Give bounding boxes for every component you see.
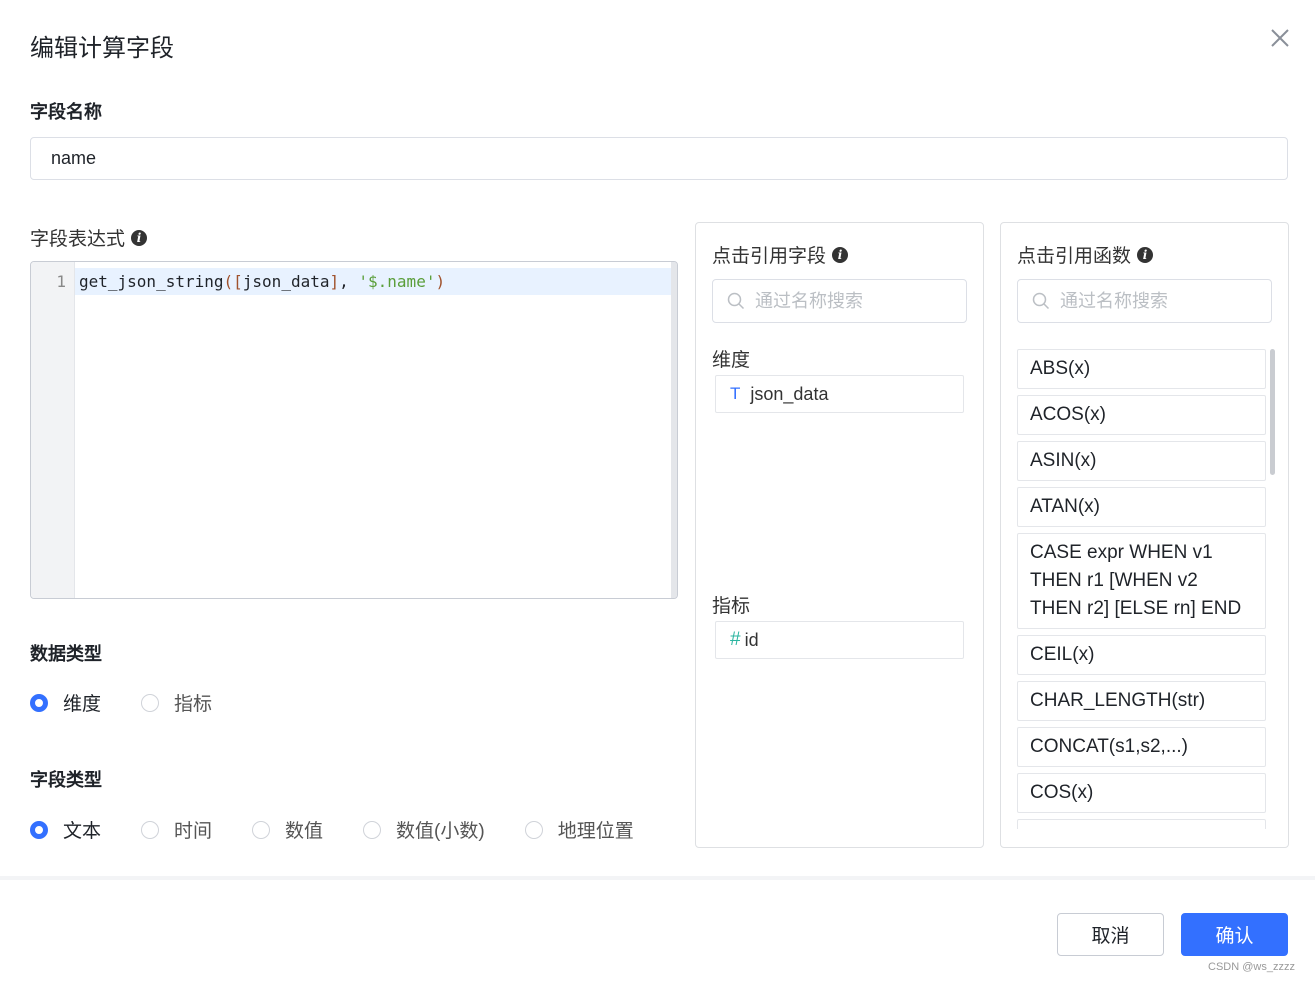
code-open-paren: ( xyxy=(223,272,234,291)
radio-label: 数值(小数) xyxy=(396,821,485,842)
radio-measure[interactable]: 指标 xyxy=(141,689,212,716)
radio-label: 文本 xyxy=(63,821,102,842)
code-close-bracket: ] xyxy=(329,272,340,291)
field-type-radio-group: 文本 时间 数值 数值(小数) 地理位置 xyxy=(30,816,674,843)
radio-dot[interactable] xyxy=(141,693,160,712)
field-panel-title-row: 点击引用字段 i xyxy=(712,241,849,268)
cancel-button[interactable]: 取消 xyxy=(1057,913,1164,956)
dimension-group-label: 维度 xyxy=(712,350,751,371)
field-item-name: id xyxy=(744,629,759,650)
radio-dot[interactable] xyxy=(141,820,160,839)
search-icon xyxy=(1032,292,1050,310)
text-type-icon: T xyxy=(730,384,741,403)
code-close-paren: ) xyxy=(435,272,446,291)
measure-group-label: 指标 xyxy=(712,596,751,617)
function-item-acos[interactable]: ACOS(x) xyxy=(1017,395,1266,435)
function-search-box[interactable] xyxy=(1017,279,1272,323)
radio-label: 指标 xyxy=(174,694,213,715)
number-type-icon: # xyxy=(730,629,741,650)
field-item-json-data[interactable]: T json_data xyxy=(715,375,964,413)
expression-label-row: 字段表达式 i xyxy=(30,224,148,251)
radio-label: 数值 xyxy=(285,821,324,842)
radio-label: 维度 xyxy=(63,694,102,715)
field-search-input[interactable] xyxy=(753,289,957,313)
close-icon[interactable] xyxy=(1266,24,1294,52)
radio-dot[interactable] xyxy=(30,693,48,712)
search-icon xyxy=(727,292,745,310)
function-item-asin[interactable]: ASIN(x) xyxy=(1017,441,1266,481)
radio-dot[interactable] xyxy=(30,820,48,839)
radio-dot[interactable] xyxy=(524,820,543,839)
data-type-radio-group: 维度 指标 xyxy=(30,689,252,716)
code-line[interactable]: get_json_string([json_data], '$.name') xyxy=(79,272,445,291)
code-field-ref: json_data xyxy=(242,272,330,291)
editor-scrollbar[interactable] xyxy=(671,262,677,598)
function-item-atan[interactable]: ATAN(x) xyxy=(1017,487,1266,527)
radio-decimal[interactable]: 数值(小数) xyxy=(363,816,485,843)
function-reference-panel: 点击引用函数 i ABS(x) ACOS(x) ASIN(x) ATAN(x) … xyxy=(1000,222,1289,848)
data-type-label: 数据类型 xyxy=(30,644,102,664)
function-list-scrollbar[interactable] xyxy=(1270,349,1275,475)
radio-label: 地理位置 xyxy=(557,821,634,842)
line-number: 1 xyxy=(56,272,66,291)
code-open-bracket: [ xyxy=(233,272,243,291)
radio-label: 时间 xyxy=(174,821,213,842)
editor-gutter: 1 xyxy=(31,262,75,598)
expression-editor[interactable]: 1 get_json_string([json_data], '$.name') xyxy=(30,261,678,599)
function-item-cos[interactable]: COS(x) xyxy=(1017,773,1266,813)
field-name-input[interactable] xyxy=(30,137,1288,180)
code-function: get_json_string xyxy=(79,272,224,291)
function-search-input[interactable] xyxy=(1058,289,1262,313)
function-item-char-length[interactable]: CHAR_LENGTH(str) xyxy=(1017,681,1266,721)
radio-dot[interactable] xyxy=(363,820,382,839)
info-icon[interactable]: i xyxy=(1137,246,1154,263)
radio-time[interactable]: 时间 xyxy=(141,816,212,843)
function-panel-title: 点击引用函数 xyxy=(1017,246,1132,267)
footer-divider xyxy=(0,876,1315,880)
info-icon[interactable]: i xyxy=(832,246,849,263)
watermark: CSDN @ws_zzzz xyxy=(1208,961,1295,973)
code-string: '$.name' xyxy=(358,272,436,291)
field-item-id[interactable]: # id xyxy=(715,621,964,659)
code-separator: , xyxy=(339,272,359,291)
function-item-concat[interactable]: CONCAT(s1,s2,...) xyxy=(1017,727,1266,767)
field-search-box[interactable] xyxy=(712,279,967,323)
field-reference-panel: 点击引用字段 i 维度 T json_data 指标 # id xyxy=(695,222,984,848)
function-list[interactable]: ABS(x) ACOS(x) ASIN(x) ATAN(x) CASE expr… xyxy=(1017,349,1275,829)
radio-dimension[interactable]: 维度 xyxy=(30,689,101,716)
field-type-label: 字段类型 xyxy=(30,770,102,790)
radio-number[interactable]: 数值 xyxy=(252,816,323,843)
dialog-title: 编辑计算字段 xyxy=(30,35,174,62)
radio-geo[interactable]: 地理位置 xyxy=(524,816,634,843)
function-panel-title-row: 点击引用函数 i xyxy=(1017,241,1154,268)
radio-dot[interactable] xyxy=(252,820,271,839)
function-item-cot[interactable]: COT(x) xyxy=(1017,819,1266,829)
info-icon[interactable]: i xyxy=(131,229,148,246)
confirm-button[interactable]: 确认 xyxy=(1181,913,1288,956)
function-item-ceil[interactable]: CEIL(x) xyxy=(1017,635,1266,675)
radio-text[interactable]: 文本 xyxy=(30,816,101,843)
field-name-label: 字段名称 xyxy=(30,102,102,122)
expression-label: 字段表达式 xyxy=(30,229,126,250)
function-item-case[interactable]: CASE expr WHEN v1 THEN r1 [WHEN v2 THEN … xyxy=(1017,533,1266,629)
field-item-name: json_data xyxy=(750,383,829,404)
field-panel-title: 点击引用字段 xyxy=(712,246,827,267)
function-item-abs[interactable]: ABS(x) xyxy=(1017,349,1266,389)
